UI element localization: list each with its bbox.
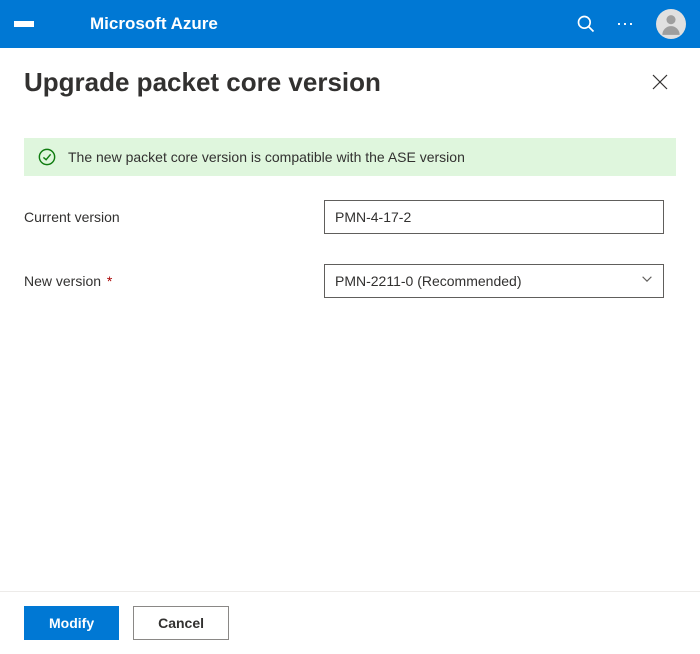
hamburger-icon[interactable] [14,17,34,31]
modify-button[interactable]: Modify [24,606,119,640]
form: Current version New version * [0,200,700,298]
input-current-version[interactable] [324,200,664,234]
notification-text: The new packet core version is compatibl… [68,149,465,165]
brand-title: Microsoft Azure [90,14,218,34]
top-bar-right: ⋯ [576,9,686,39]
label-new-version: New version * [24,273,324,289]
label-current-version: Current version [24,209,324,225]
top-bar-left: Microsoft Azure [14,14,218,34]
close-icon[interactable] [644,66,676,98]
cancel-button[interactable]: Cancel [133,606,229,640]
row-new-version: New version * [24,264,676,298]
label-new-version-text: New version [24,273,101,289]
select-new-version-value[interactable] [324,264,664,298]
avatar[interactable] [656,9,686,39]
notification-bar: The new packet core version is compatibl… [24,138,676,176]
top-bar: Microsoft Azure ⋯ [0,0,700,48]
panel-header: Upgrade packet core version [0,48,700,98]
select-new-version[interactable] [324,264,664,298]
required-asterisk: * [107,273,112,289]
footer: Modify Cancel [0,591,700,654]
row-current-version: Current version [24,200,676,234]
panel-title: Upgrade packet core version [24,67,381,98]
more-icon[interactable]: ⋯ [616,14,636,35]
search-icon[interactable] [576,14,596,34]
success-check-icon [38,148,56,166]
